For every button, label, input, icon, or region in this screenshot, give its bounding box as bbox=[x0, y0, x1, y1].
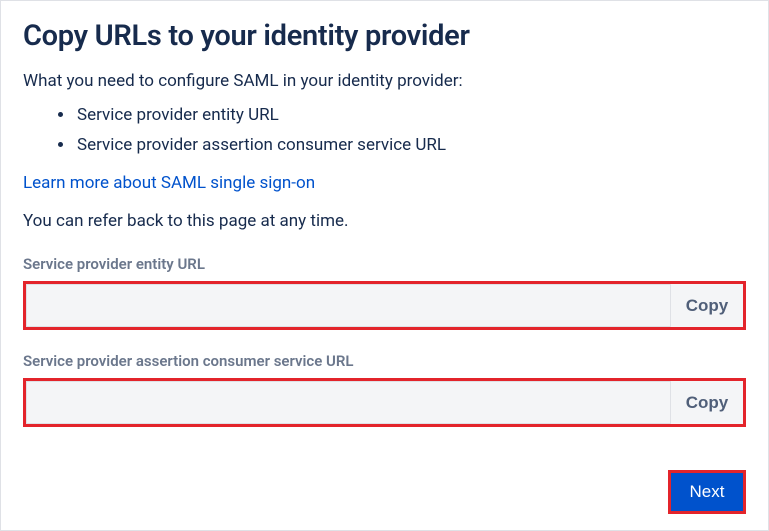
next-button[interactable]: Next bbox=[671, 473, 743, 511]
entity-url-row: Copy bbox=[23, 281, 746, 330]
acs-url-row: Copy bbox=[23, 378, 746, 427]
acs-url-label: Service provider assertion consumer serv… bbox=[23, 352, 746, 370]
refer-back-text: You can refer back to this page at any t… bbox=[23, 211, 746, 231]
copy-acs-url-button[interactable]: Copy bbox=[670, 381, 743, 424]
list-item: Service provider assertion consumer serv… bbox=[75, 135, 746, 155]
acs-url-input[interactable] bbox=[26, 381, 670, 424]
copy-entity-url-button[interactable]: Copy bbox=[670, 284, 743, 327]
entity-url-input[interactable] bbox=[26, 284, 670, 327]
requirements-list: Service provider entity URL Service prov… bbox=[75, 105, 746, 155]
learn-more-link[interactable]: Learn more about SAML single sign-on bbox=[23, 173, 315, 193]
intro-text: What you need to configure SAML in your … bbox=[23, 71, 746, 91]
next-button-highlight: Next bbox=[668, 470, 746, 514]
page-title: Copy URLs to your identity provider bbox=[23, 19, 746, 53]
entity-url-label: Service provider entity URL bbox=[23, 255, 746, 273]
list-item: Service provider entity URL bbox=[75, 105, 746, 125]
saml-config-panel: Copy URLs to your identity provider What… bbox=[0, 0, 769, 531]
